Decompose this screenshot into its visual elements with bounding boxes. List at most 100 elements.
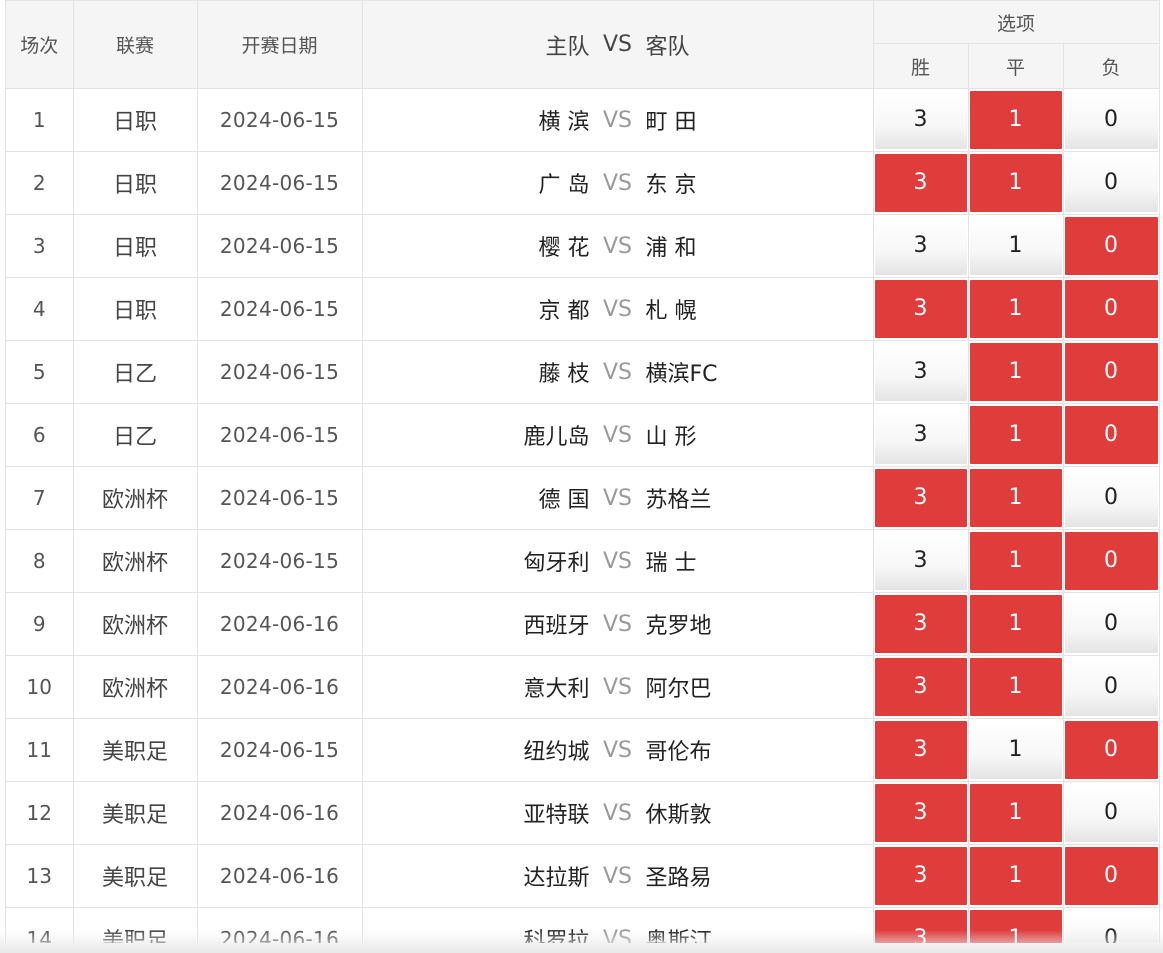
option-cell-win: 3 [873,277,969,341]
league-name: 日职 [73,151,198,215]
option-lose-button[interactable]: 0 [1064,721,1158,779]
match-date: 2024-06-16 [197,592,363,656]
option-win-button[interactable]: 3 [874,343,967,401]
match-no: 3 [6,214,74,278]
option-win-button[interactable]: 3 [874,154,967,212]
league-name: 美职足 [73,844,198,908]
match-no: 9 [6,592,74,656]
option-win-button[interactable]: 3 [874,658,967,716]
option-cell-lose: 0 [1063,655,1159,719]
option-win-button[interactable]: 3 [874,469,967,527]
league-name: 欧洲杯 [73,466,198,530]
option-win-button[interactable]: 3 [874,595,967,653]
option-win-button[interactable]: 3 [874,784,967,842]
option-win-button[interactable]: 3 [874,280,967,338]
match-date: 2024-06-15 [197,88,363,152]
table-row: 3 日职 2024-06-15 樱 花 VS 浦 和 3 1 0 [6,214,1159,278]
option-draw-button[interactable]: 1 [969,343,1062,401]
header-options: 选项 [873,1,1159,44]
vs-label: VS [602,422,632,448]
match-date: 2024-06-15 [197,529,363,593]
header-date: 开赛日期 [197,1,363,89]
home-team: 意大利 [523,677,590,702]
option-cell-win: 3 [873,781,969,845]
league-name: 欧洲杯 [73,592,198,656]
option-cell-draw: 1 [968,88,1064,152]
option-draw-button[interactable]: 1 [969,658,1062,716]
home-team: 纽约城 [523,740,590,765]
option-lose-button[interactable]: 0 [1064,217,1158,275]
option-lose-button[interactable]: 0 [1064,658,1158,716]
match-teams: 西班牙 VS 克罗地 [362,592,874,656]
away-team: 东 京 [645,173,697,198]
match-no: 8 [6,529,74,593]
option-cell-win: 3 [873,466,969,530]
league-name: 日职 [73,277,198,341]
option-draw-button[interactable]: 1 [969,406,1062,464]
option-cell-win: 3 [873,592,969,656]
option-lose-button[interactable]: 0 [1064,91,1158,149]
option-cell-lose: 0 [1063,214,1159,278]
table-row: 5 日乙 2024-06-15 藤 枝 VS 横滨FC 3 1 0 [6,340,1159,404]
option-draw-button[interactable]: 1 [969,154,1062,212]
option-cell-lose: 0 [1063,529,1159,593]
option-cell-win: 3 [873,844,969,908]
option-win-button[interactable]: 3 [874,532,967,590]
table-body: 1 日职 2024-06-15 横 滨 VS 町 田 3 1 0 2 日职 20… [6,88,1159,943]
away-team: 札 幌 [645,299,697,324]
league-name: 日乙 [73,340,198,404]
option-lose-button[interactable]: 0 [1064,280,1158,338]
home-team: 樱 花 [538,236,590,261]
option-cell-win: 3 [873,340,969,404]
match-no: 12 [6,781,74,845]
vs-label: VS [602,674,632,700]
vs-label: VS [602,737,632,763]
away-team: 苏格兰 [645,488,712,513]
match-date: 2024-06-15 [197,214,363,278]
away-team: 阿尔巴 [645,677,712,702]
option-win-button[interactable]: 3 [874,406,967,464]
option-win-button[interactable]: 3 [874,217,967,275]
option-lose-button[interactable]: 0 [1064,343,1158,401]
option-win-button[interactable]: 3 [874,91,967,149]
league-name: 欧洲杯 [73,655,198,719]
home-team: 亚特联 [523,803,590,828]
option-cell-win: 3 [873,529,969,593]
away-team: 休斯敦 [645,803,712,828]
option-cell-win: 3 [873,214,969,278]
option-draw-button[interactable]: 1 [969,532,1062,590]
option-lose-button[interactable]: 0 [1064,469,1158,527]
option-draw-button[interactable]: 1 [969,847,1062,905]
home-team: 广 岛 [538,173,590,198]
option-cell-draw: 1 [968,466,1064,530]
option-lose-button[interactable]: 0 [1064,847,1158,905]
option-lose-button[interactable]: 0 [1064,532,1158,590]
option-lose-button[interactable]: 0 [1064,784,1158,842]
option-win-button[interactable]: 3 [874,721,967,779]
option-draw-button[interactable]: 1 [969,280,1062,338]
vs-label: VS [602,170,632,196]
option-cell-draw: 1 [968,214,1064,278]
option-draw-button[interactable]: 1 [969,721,1062,779]
header-home: 主队 [545,34,590,60]
option-draw-button[interactable]: 1 [969,217,1062,275]
option-draw-button[interactable]: 1 [969,784,1062,842]
match-no: 11 [6,718,74,782]
option-cell-draw: 1 [968,781,1064,845]
option-draw-button[interactable]: 1 [969,469,1062,527]
option-cell-lose: 0 [1063,403,1159,467]
match-teams: 樱 花 VS 浦 和 [362,214,874,278]
option-cell-draw: 1 [968,529,1064,593]
header-away: 客队 [645,34,690,60]
option-lose-button[interactable]: 0 [1064,406,1158,464]
option-lose-button[interactable]: 0 [1064,154,1158,212]
match-no: 6 [6,403,74,467]
table-row: 12 美职足 2024-06-16 亚特联 VS 休斯敦 3 1 0 [6,781,1159,845]
option-draw-button[interactable]: 1 [969,91,1062,149]
match-date: 2024-06-15 [197,340,363,404]
option-draw-button[interactable]: 1 [969,595,1062,653]
option-cell-win: 3 [873,88,969,152]
option-lose-button[interactable]: 0 [1064,595,1158,653]
option-win-button[interactable]: 3 [874,847,967,905]
table-header: 场次 联赛 开赛日期 主队 VS 客队 选项 胜 平 负 [6,1,1159,89]
